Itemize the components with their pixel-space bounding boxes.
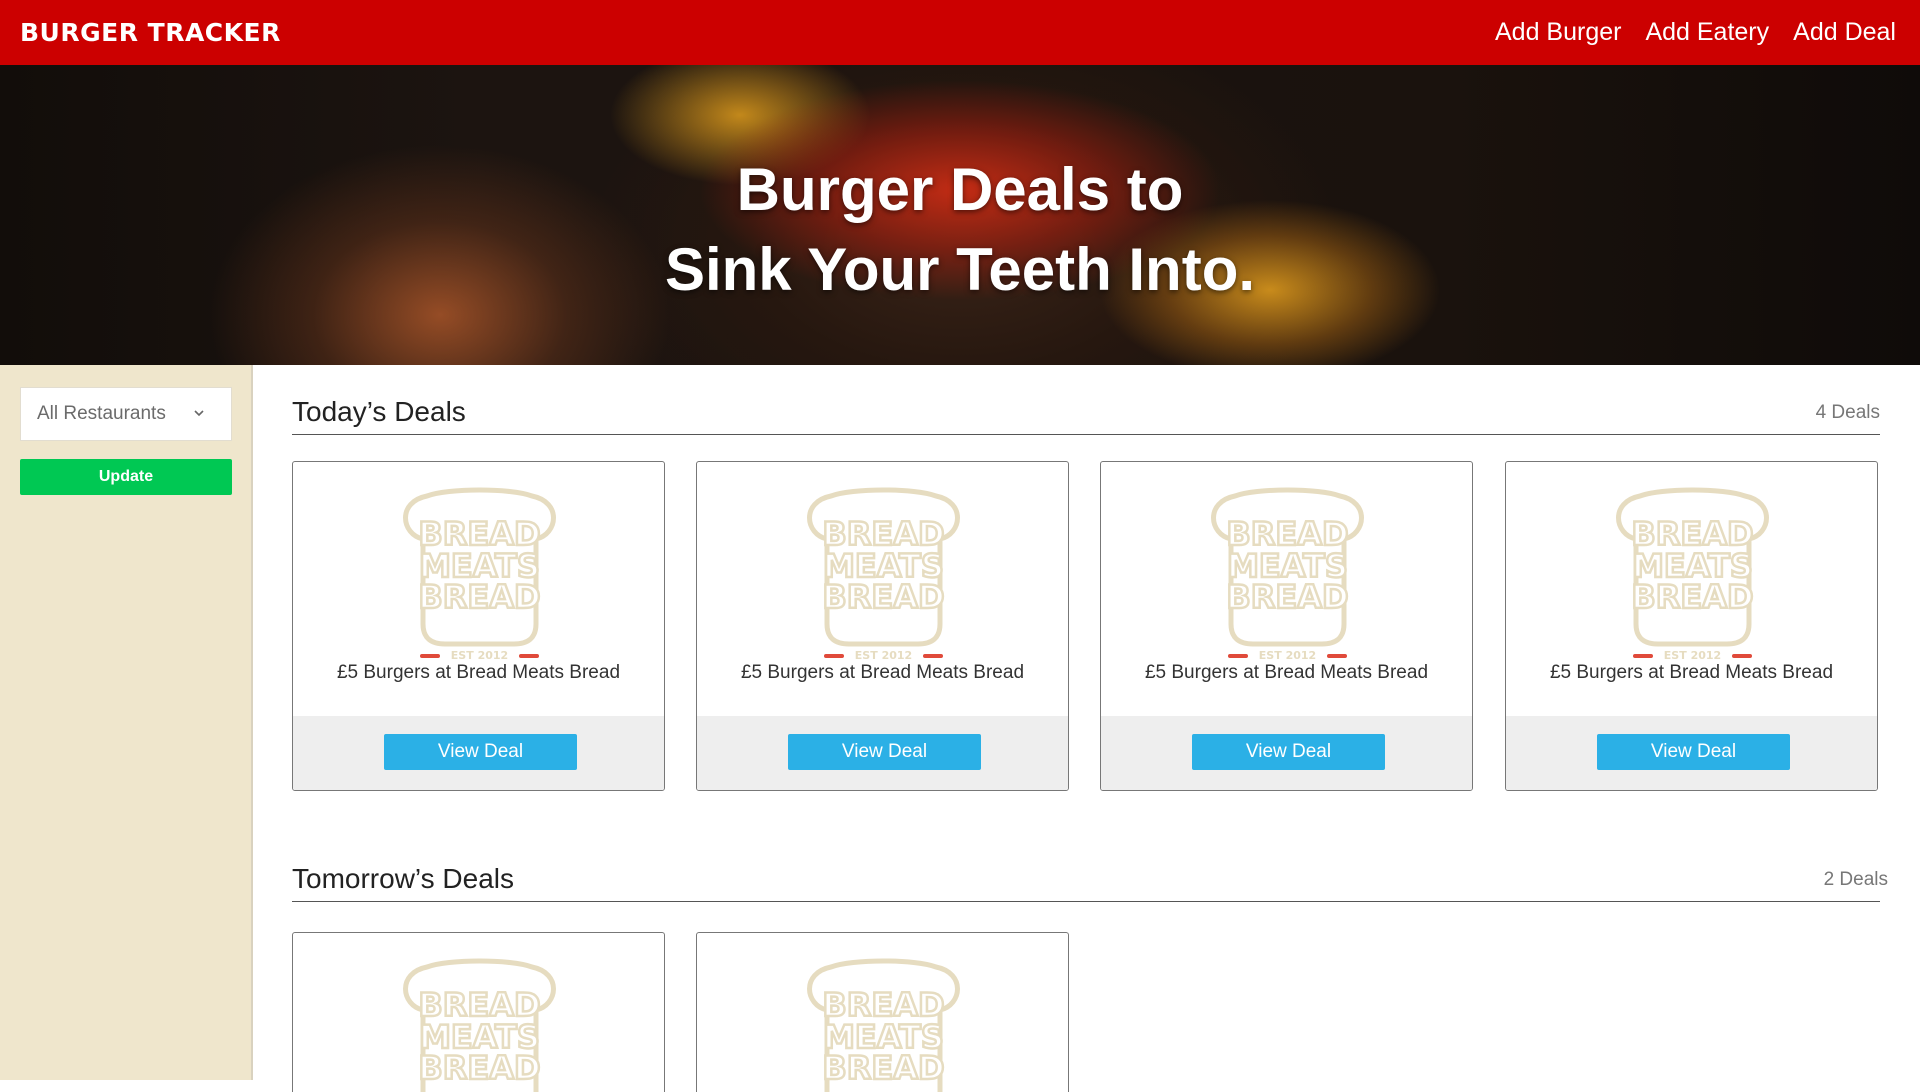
deal-title: £5 Burgers at Bread Meats Bread bbox=[1144, 662, 1429, 683]
top-nav: BURGER TRACKER Add Burger Add Eatery Add… bbox=[0, 0, 1920, 65]
view-deal-button[interactable]: View Deal bbox=[788, 734, 981, 770]
deal-title: £5 Burgers at Bread Meats Bread bbox=[1549, 662, 1834, 683]
restaurant-select[interactable]: All Restaurants bbox=[20, 387, 232, 441]
deal-card bbox=[292, 932, 665, 1092]
section-title: Today’s Deals bbox=[292, 396, 466, 427]
deal-title: £5 Burgers at Bread Meats Bread bbox=[336, 662, 621, 683]
deal-title: £5 Burgers at Bread Meats Bread bbox=[740, 662, 1025, 683]
nav-links: Add Burger Add Eatery Add Deal bbox=[1495, 18, 1896, 47]
hero-headline-line2: Sink Your Teeth Into. bbox=[664, 236, 1256, 303]
deal-card bbox=[696, 932, 1069, 1092]
chevron-down-icon bbox=[194, 410, 204, 417]
nav-add-deal[interactable]: Add Deal bbox=[1793, 18, 1896, 47]
view-deal-button[interactable]: View Deal bbox=[1597, 734, 1790, 770]
deal-card-footer: View Deal bbox=[1101, 716, 1472, 790]
deal-count: 4 Deals bbox=[1815, 402, 1880, 423]
hero-banner: Burger Deals to Sink Your Teeth Into. bbox=[0, 65, 1920, 365]
deal-card: £5 Burgers at Bread Meats Bread View Dea… bbox=[1505, 461, 1878, 791]
deal-card-footer: View Deal bbox=[697, 716, 1068, 790]
deal-card-footer: View Deal bbox=[293, 716, 664, 790]
deal-card: £5 Burgers at Bread Meats Bread View Dea… bbox=[696, 461, 1069, 791]
filter-sidebar: All Restaurants Update bbox=[0, 365, 253, 1080]
bread-meats-bread-logo bbox=[1201, 484, 1374, 662]
bread-meats-bread-logo bbox=[393, 484, 566, 662]
todays-deals-header: Today’s Deals 4 Deals bbox=[292, 365, 1880, 435]
bread-meats-bread-logo bbox=[797, 484, 970, 662]
tomorrows-deals-header: Tomorrow’s Deals 2 Deals bbox=[292, 832, 1888, 902]
deal-card: £5 Burgers at Bread Meats Bread View Dea… bbox=[1100, 461, 1473, 791]
view-deal-button[interactable]: View Deal bbox=[1192, 734, 1385, 770]
restaurant-select-value: All Restaurants bbox=[37, 403, 166, 424]
nav-add-eatery[interactable]: Add Eatery bbox=[1645, 18, 1769, 47]
bread-meats-bread-logo bbox=[1606, 484, 1779, 662]
brand-logo[interactable]: BURGER TRACKER bbox=[20, 18, 281, 47]
bread-meats-bread-logo bbox=[393, 955, 566, 1092]
bread-meats-bread-logo bbox=[797, 955, 970, 1092]
update-button[interactable]: Update bbox=[20, 459, 232, 495]
hero-headline-line1: Burger Deals to bbox=[736, 156, 1184, 223]
nav-add-burger[interactable]: Add Burger bbox=[1495, 18, 1621, 47]
section-title: Tomorrow’s Deals bbox=[292, 863, 514, 894]
view-deal-button[interactable]: View Deal bbox=[384, 734, 577, 770]
deal-card-footer: View Deal bbox=[1506, 716, 1877, 790]
deal-count: 2 Deals bbox=[1823, 869, 1888, 890]
deal-card: £5 Burgers at Bread Meats Bread View Dea… bbox=[292, 461, 665, 791]
